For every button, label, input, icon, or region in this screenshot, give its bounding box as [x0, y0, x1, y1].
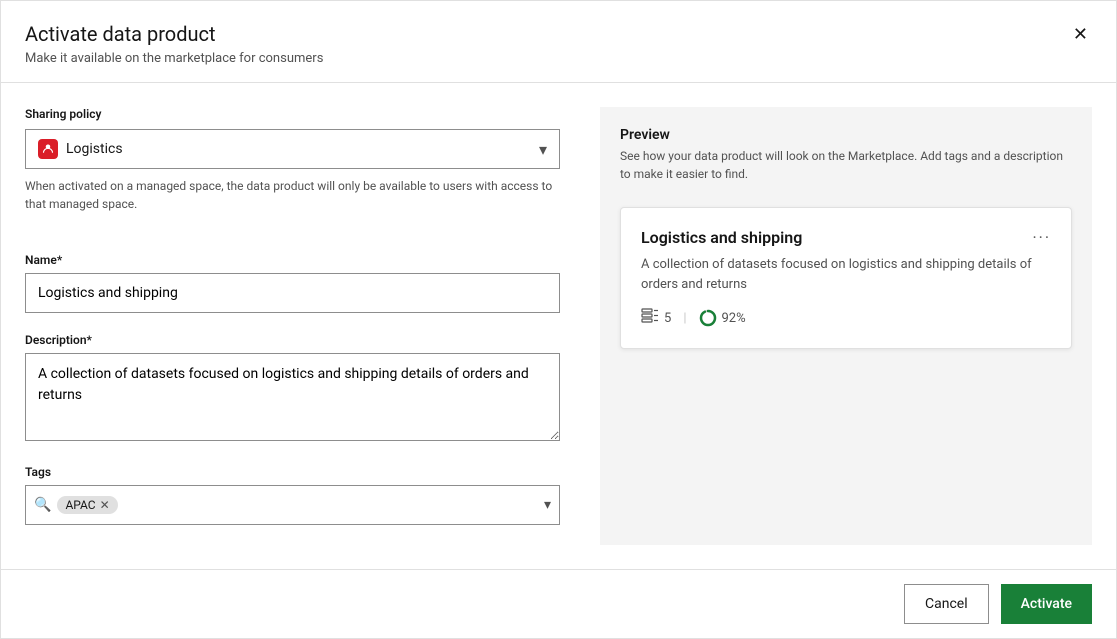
activate-data-product-modal: Activate data product Make it available …	[0, 0, 1117, 639]
chevron-down-icon: ▾	[539, 140, 547, 159]
name-label: Name*	[25, 253, 560, 267]
sharing-policy-select[interactable]: Logistics ▾	[25, 129, 560, 169]
quality-percent: 92%	[722, 311, 746, 326]
right-panel: Preview See how your data product will l…	[600, 107, 1092, 545]
header-text: Activate data product Make it available …	[25, 21, 323, 66]
managed-space-icon	[38, 139, 58, 159]
cancel-button[interactable]: Cancel	[904, 584, 989, 624]
quality-item: 92%	[699, 309, 746, 327]
tag-chip-apac: APAC ✕	[57, 496, 117, 514]
name-field: Name*	[25, 253, 560, 313]
card-title: Logistics and shipping	[641, 228, 802, 247]
left-panel: Sharing policy Logistics ▾ When activate…	[25, 107, 560, 545]
preview-title: Preview	[620, 127, 1072, 143]
tag-label: APAC	[65, 498, 95, 512]
card-description: A collection of datasets focused on logi…	[641, 255, 1051, 294]
name-input[interactable]	[25, 273, 560, 313]
close-button[interactable]: ✕	[1069, 21, 1092, 47]
sharing-policy-field: Sharing policy Logistics ▾ When activate…	[25, 107, 560, 213]
modal-header: Activate data product Make it available …	[1, 1, 1116, 83]
dataset-icon	[641, 308, 659, 328]
card-meta: 5 | 92%	[641, 308, 1051, 328]
preview-card: Logistics and shipping ··· A collection …	[620, 207, 1072, 349]
modal-subtitle: Make it available on the marketplace for…	[25, 51, 323, 66]
card-menu-icon[interactable]: ···	[1032, 228, 1051, 247]
modal-footer: Cancel Activate	[1, 569, 1116, 638]
tags-chevron-icon: ▾	[544, 497, 551, 513]
dataset-count-item: 5	[641, 308, 671, 328]
quality-ring-icon	[699, 309, 717, 327]
managed-space-svg	[42, 143, 54, 155]
dataset-svg	[641, 308, 659, 324]
tags-label: Tags	[25, 465, 560, 479]
search-icon: 🔍	[34, 497, 51, 513]
sharing-policy-label: Sharing policy	[25, 107, 560, 121]
meta-divider: |	[683, 311, 686, 326]
modal-title: Activate data product	[25, 21, 323, 47]
dataset-count: 5	[664, 311, 671, 326]
modal-body: Sharing policy Logistics ▾ When activate…	[1, 83, 1116, 569]
tag-remove-button[interactable]: ✕	[100, 499, 110, 511]
close-icon: ✕	[1073, 24, 1088, 44]
activate-button[interactable]: Activate	[1001, 584, 1092, 624]
description-label: Description*	[25, 333, 560, 347]
tags-field: Tags 🔍 APAC ✕ ▾	[25, 465, 560, 525]
description-field: Description* A collection of datasets fo…	[25, 333, 560, 445]
card-header: Logistics and shipping ···	[641, 228, 1051, 247]
tags-input[interactable]: 🔍 APAC ✕ ▾	[25, 485, 560, 525]
description-input[interactable]: A collection of datasets focused on logi…	[25, 353, 560, 441]
sharing-policy-helper: When activated on a managed space, the d…	[25, 177, 560, 213]
preview-subtitle: See how your data product will look on t…	[620, 147, 1072, 183]
sharing-policy-value: Logistics	[66, 141, 539, 157]
